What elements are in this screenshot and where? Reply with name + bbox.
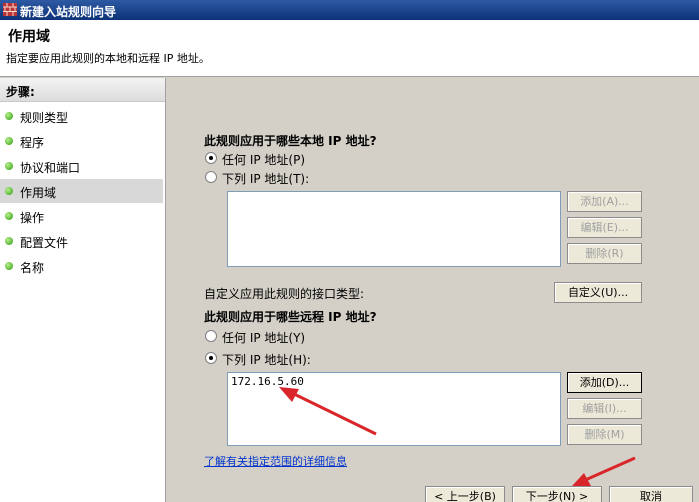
remote-remove-button[interactable]: 删除(M) — [567, 424, 642, 445]
local-edit-button[interactable]: 编辑(E)... — [567, 217, 642, 238]
step-program[interactable]: 程序 — [0, 129, 163, 153]
step-protocol-ports[interactable]: 协议和端口 — [0, 154, 163, 178]
step-bullet-icon — [5, 112, 13, 120]
local-add-button[interactable]: 添加(A)... — [567, 191, 642, 212]
next-button[interactable]: 下一步(N) > — [512, 486, 602, 502]
interface-type-label: 自定义应用此规则的接口类型: — [204, 287, 365, 301]
local-remove-button[interactable]: 删除(R) — [567, 243, 642, 264]
remote-list-radio[interactable] — [205, 352, 217, 364]
cancel-button[interactable]: 取消 — [609, 486, 693, 502]
step-bullet-icon — [5, 162, 13, 170]
step-label: 规则类型 — [20, 111, 69, 125]
step-bullet-icon — [5, 187, 13, 195]
step-name[interactable]: 名称 — [0, 254, 163, 278]
step-label: 协议和端口 — [20, 161, 81, 175]
scope-help-link[interactable]: 了解有关指定范围的详细信息 — [204, 453, 347, 469]
step-bullet-icon — [5, 137, 13, 145]
local-list-label[interactable]: 下列 IP 地址(T): — [222, 170, 309, 187]
window-title: 新建入站规则向导 — [20, 5, 117, 19]
page-subtitle: 指定要应用此规则的本地和远程 IP 地址。 — [6, 52, 210, 65]
local-any-radio[interactable] — [205, 152, 217, 164]
remote-list-label[interactable]: 下列 IP 地址(H): — [222, 351, 311, 368]
title-bar: 新建入站规则向导 — [0, 0, 699, 20]
remote-any-radio[interactable] — [205, 330, 217, 342]
scope-panel: 此规则应用于哪些本地 IP 地址? 任何 IP 地址(P) 下列 IP 地址(T… — [167, 78, 699, 502]
step-rule-type[interactable]: 规则类型 — [0, 104, 163, 128]
back-button[interactable]: < 上一步(B) — [425, 486, 505, 502]
step-bullet-icon — [5, 262, 13, 270]
remote-ip-list[interactable]: 172.16.5.60 — [227, 372, 561, 446]
remote-ip-question: 此规则应用于哪些远程 IP 地址? — [204, 310, 377, 324]
customize-interface-button[interactable]: 自定义(U)... — [554, 282, 642, 303]
step-label: 程序 — [20, 136, 45, 150]
step-label: 配置文件 — [20, 236, 69, 250]
local-list-radio[interactable] — [205, 171, 217, 183]
remote-ip-item[interactable]: 172.16.5.60 — [231, 375, 304, 388]
page-title: 作用域 — [8, 29, 50, 45]
local-ip-question: 此规则应用于哪些本地 IP 地址? — [204, 134, 377, 148]
local-any-label[interactable]: 任何 IP 地址(P) — [222, 151, 305, 168]
steps-heading: 步骤: — [0, 78, 165, 102]
step-bullet-icon — [5, 212, 13, 220]
step-action[interactable]: 操作 — [0, 204, 163, 228]
step-label: 名称 — [20, 261, 45, 275]
step-label: 操作 — [20, 211, 45, 225]
remote-edit-button[interactable]: 编辑(I)... — [567, 398, 642, 419]
local-ip-list[interactable] — [227, 191, 561, 267]
remote-add-button[interactable]: 添加(D)... — [567, 372, 642, 393]
steps-sidebar: 步骤: 规则类型 程序 协议和端口 作用域 操作 配置文件 名称 — [0, 78, 166, 502]
wizard-header: 作用域 指定要应用此规则的本地和远程 IP 地址。 — [0, 20, 699, 77]
step-scope[interactable]: 作用域 — [0, 179, 163, 203]
step-bullet-icon — [5, 237, 13, 245]
firewall-icon — [3, 3, 17, 16]
step-label: 作用域 — [20, 186, 57, 200]
remote-any-label[interactable]: 任何 IP 地址(Y) — [222, 329, 305, 346]
step-profile[interactable]: 配置文件 — [0, 229, 163, 253]
